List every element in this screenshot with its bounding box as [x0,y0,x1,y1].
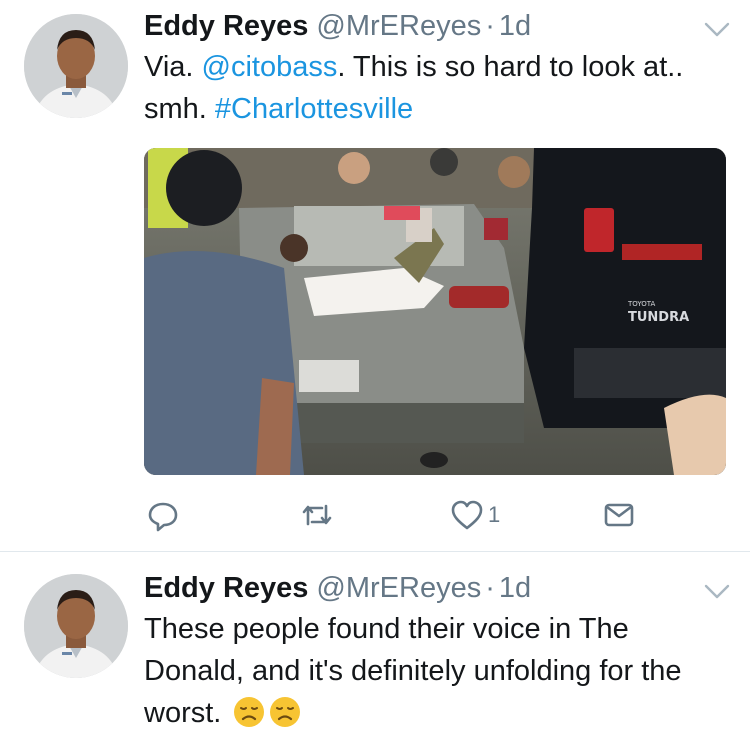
separator-dot: · [485,10,495,42]
truck-make-label: TOYOTA [627,300,656,308]
mention-link[interactable]: @citobass [202,51,338,83]
heart-icon [451,500,483,530]
hashtag-link[interactable]: #Charlottesville [215,93,413,125]
tweet-header: Eddy Reyes @MrEReyes · 1d [144,8,531,44]
tweet-photo[interactable]: TUNDRA TOYOTA [144,148,726,475]
reply-icon [148,502,178,532]
tweet-text: These people found their voice in The Do… [144,608,724,734]
disappointed-face-icon [270,697,301,727]
author-name[interactable]: Eddy Reyes [144,10,308,42]
author-name[interactable]: Eddy Reyes [144,572,308,604]
tweet-time[interactable]: 1d [499,572,531,604]
avatar[interactable] [24,574,128,678]
like-count: 1 [488,502,501,527]
truck-model-label: TUNDRA [628,310,689,325]
reply-button[interactable] [146,494,184,536]
disappointed-face-icon [234,697,265,727]
tweet-time[interactable]: 1d [499,10,531,42]
retweet-button[interactable] [300,494,338,536]
tweet[interactable]: Eddy Reyes @MrEReyes · 1d These people foun… [0,552,750,750]
separator-dot: · [485,572,495,604]
tweet-text: Via. @citobass. This is so hard to look … [144,46,724,130]
tweet[interactable]: Eddy Reyes @MrEReyes · 1d Via. @citobass. T… [0,0,750,551]
tweet-text-body: These people found their voice in The Do… [144,613,682,729]
chevron-down-icon[interactable] [704,584,730,600]
like-button[interactable]: 1 [450,494,500,536]
chevron-down-icon[interactable] [704,22,730,38]
tweet-actions: 1 [144,494,726,536]
author-handle[interactable]: @MrEReyes [316,572,481,604]
envelope-icon [604,503,634,527]
tweet-header: Eddy Reyes @MrEReyes · 1d [144,570,531,606]
retweet-icon [302,504,332,526]
direct-message-button[interactable] [602,494,636,536]
avatar[interactable] [24,14,128,118]
tweet-text-part: Via. [144,51,202,83]
author-handle[interactable]: @MrEReyes [316,10,481,42]
